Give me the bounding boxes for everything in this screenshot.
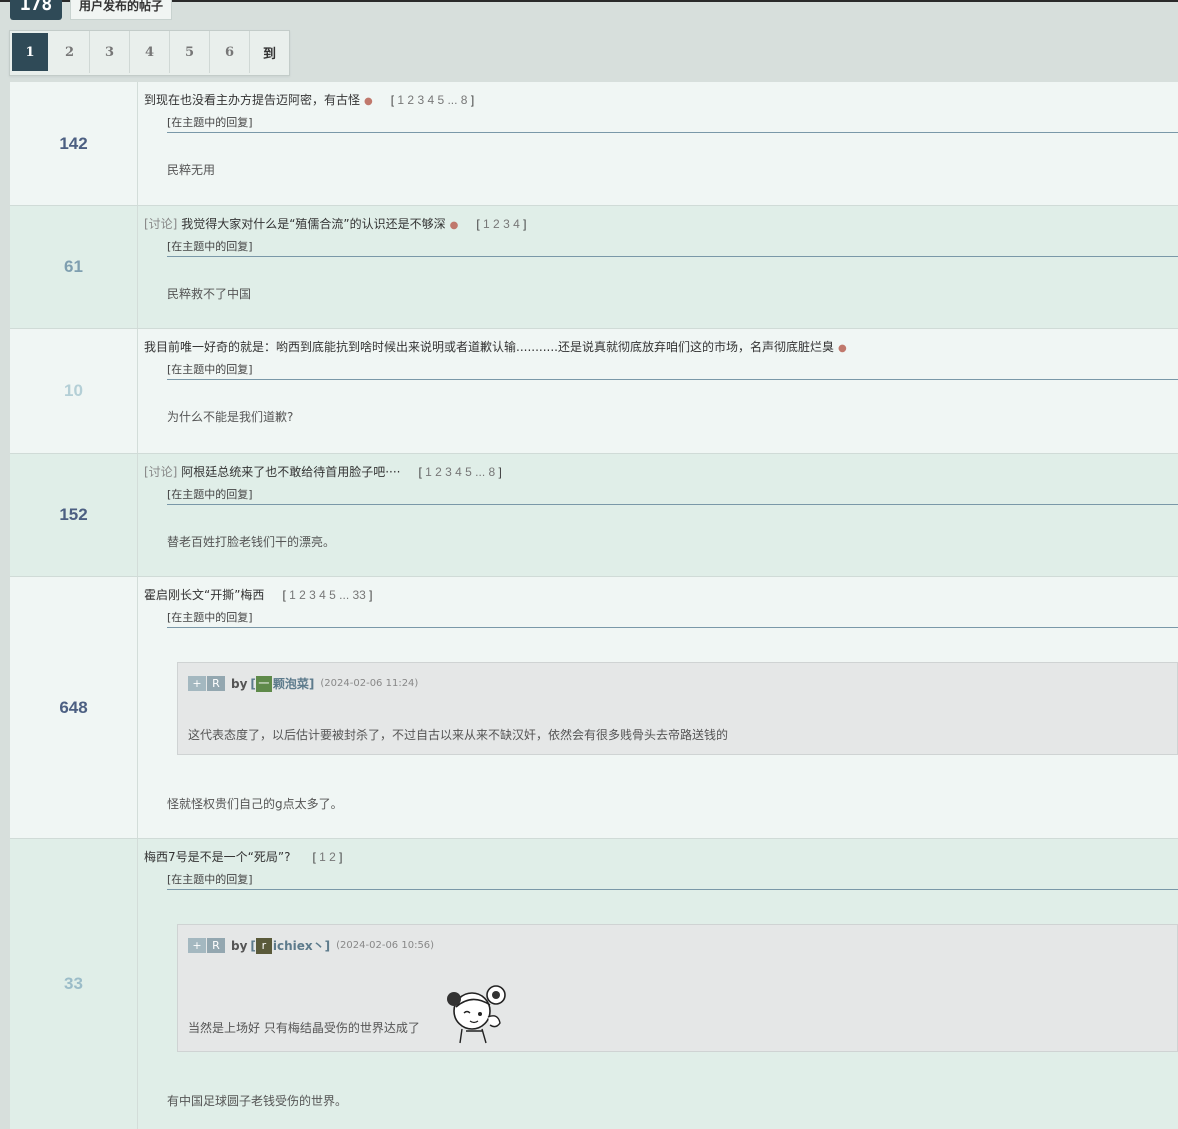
reply-count: 142 (10, 82, 138, 205)
quote-plus-button[interactable]: + (188, 676, 206, 691)
page-6-button[interactable]: 6 (210, 31, 250, 73)
quoted-reply: + R by[一颗泡菜] (2024-02-06 11:24) 这代表态度了，以后… (177, 662, 1178, 755)
list-item: 152 [讨论] 阿根廷总统来了也不敢给待首用脸子吧···· [ 1 2 3 4 … (10, 454, 1178, 577)
top-bar (0, 0, 1178, 2)
in-topic-reply-label[interactable]: [在主题中的回复] (167, 488, 1178, 505)
topic-title-line: 霍启刚长文“开撕”梅西 [ 1 2 3 4 5 ... 33 ] (144, 588, 1178, 602)
topic-pages[interactable]: [ 1 2 3 4 5 ... 8 ] (391, 93, 474, 107)
topic-title-line: 我目前唯一好奇的就是：哟西到底能抗到啥时候出来说明或者道歉认输.........… (144, 340, 1178, 354)
user-avatar-icon: 一 (255, 675, 272, 692)
topic-tag: [讨论] (144, 465, 178, 479)
reply-count: 152 (10, 454, 138, 576)
post-list: 142 到现在也没看主办方提告迈阿密，有古怪 ● [ 1 2 3 4 5 ... 8… (10, 82, 1178, 1129)
reply-count: 33 (10, 839, 138, 1129)
topic-title-link[interactable]: 梅西7号是不是一个“死局”? (144, 850, 290, 864)
quote-text: 这代表态度了，以后估计要被封杀了，不过自古以来从来不缺汉奸，依然会有很多贱骨头去… (188, 728, 729, 742)
post-content: 我目前唯一好奇的就是：哟西到底能抗到啥时候出来说明或者道歉认输.........… (138, 329, 1178, 453)
quote-username[interactable]: ichiex丶 (273, 937, 325, 954)
page-5-button[interactable]: 5 (170, 31, 210, 73)
list-item: 10 我目前唯一好奇的就是：哟西到底能抗到啥时候出来说明或者道歉认输......… (10, 329, 1178, 454)
topic-tag: [讨论] (144, 217, 178, 231)
topic-pages[interactable]: [ 1 2 3 4 5 ... 8 ] (418, 465, 501, 479)
quote-meta: + R by[r ichiex丶 ] (2024-02-06 10:56) (188, 937, 434, 954)
page-1-button[interactable]: 1 (12, 33, 48, 71)
in-topic-reply-label[interactable]: [在主题中的回复] (167, 240, 1178, 257)
page-2-button[interactable]: 2 (50, 31, 90, 73)
post-count-badge: 178 (10, 0, 62, 20)
page-3-button[interactable]: 3 (90, 31, 130, 73)
reply-count: 648 (10, 577, 138, 838)
topic-title-link[interactable]: 我目前唯一好奇的就是：哟西到底能抗到啥时候出来说明或者道歉认输.........… (144, 340, 834, 354)
reply-text: 为什么不能是我们道歉? (167, 410, 294, 424)
topic-pages[interactable]: [ 1 2 3 4 5 ... 33 ] (282, 588, 372, 602)
list-item: 142 到现在也没看主办方提告迈阿密，有古怪 ● [ 1 2 3 4 5 ... 8… (10, 82, 1178, 206)
post-content: [讨论] 阿根廷总统来了也不敢给待首用脸子吧···· [ 1 2 3 4 5 ..… (138, 454, 1178, 576)
reply-text: 民粹无用 (167, 163, 216, 177)
sticker-girl-icon (447, 985, 506, 1044)
topic-title-link[interactable]: 我觉得大家对什么是“殖儒合流”的认识还是不够深 (181, 217, 445, 231)
quote-reply-button[interactable]: R (207, 676, 225, 691)
hot-dot-icon: ● (449, 220, 459, 231)
quote-by-label: by (231, 676, 248, 691)
list-item: 61 [讨论] 我觉得大家对什么是“殖儒合流”的认识还是不够深 ● [ 1 2 3 … (10, 206, 1178, 329)
in-topic-reply-label[interactable]: [在主题中的回复] (167, 363, 1178, 380)
quote-user-bracket: ] (308, 676, 315, 691)
in-topic-reply-label[interactable]: [在主题中的回复] (167, 116, 1178, 133)
list-item: 33 梅西7号是不是一个“死局”? [ 1 2 ] [在主题中的回复] + R by… (10, 839, 1178, 1129)
topic-pages[interactable]: [ 1 2 3 4 ] (476, 217, 526, 231)
quote-plus-button[interactable]: + (188, 938, 206, 953)
topic-title-line: 梅西7号是不是一个“死局”? [ 1 2 ] (144, 850, 1178, 864)
posts-tab-title[interactable]: 用户发布的帖子 (70, 0, 173, 20)
user-avatar-icon: r (255, 937, 272, 954)
list-item: 648 霍启刚长文“开撕”梅西 [ 1 2 3 4 5 ... 33 ] [在主题… (10, 577, 1178, 839)
in-topic-reply-label[interactable]: [在主题中的回复] (167, 873, 1178, 890)
quote-by-label: by (231, 938, 248, 953)
quote-reply-button[interactable]: R (207, 938, 225, 953)
quote-text: 当然是上场好 只有梅结晶受伤的世界达成了 (188, 1021, 420, 1035)
quote-meta: + R by[一颗泡菜] (2024-02-06 11:24) (188, 675, 418, 692)
pagination: 1 2 3 4 5 6 到 (9, 30, 290, 76)
quote-timestamp: (2024-02-06 11:24) (320, 678, 419, 689)
reply-text: 有中国足球圆子老钱受伤的世界。 (167, 1094, 348, 1108)
quoted-reply: + R by[r ichiex丶 ] (2024-02-06 10:56) 当然是上… (177, 924, 1178, 1052)
quote-username[interactable]: 颗泡菜 (273, 675, 309, 692)
post-content: [讨论] 我觉得大家对什么是“殖儒合流”的认识还是不够深 ● [ 1 2 3 4 ]… (138, 206, 1178, 328)
topic-title-link[interactable]: 霍启刚长文“开撕”梅西 (144, 588, 264, 602)
goto-page-button[interactable]: 到 (250, 31, 289, 73)
topic-pages[interactable]: [ 1 2 ] (312, 850, 342, 864)
post-content: 霍启刚长文“开撕”梅西 [ 1 2 3 4 5 ... 33 ] [在主题中的回复… (138, 577, 1178, 838)
hot-dot-icon: ● (364, 96, 373, 107)
topic-title-link[interactable]: 阿根廷总统来了也不敢给待首用脸子吧···· (181, 465, 400, 479)
reply-count: 61 (10, 206, 138, 328)
reply-count: 10 (10, 329, 138, 453)
reply-text: 替老百姓打脸老钱们干的漂亮。 (167, 535, 336, 549)
topic-title-line: [讨论] 我觉得大家对什么是“殖儒合流”的认识还是不够深 ● [ 1 2 3 4 ] (144, 217, 1178, 231)
hot-dot-icon: ● (837, 343, 847, 354)
post-content: 到现在也没看主办方提告迈阿密，有古怪 ● [ 1 2 3 4 5 ... 8 ] [… (138, 82, 1178, 205)
topic-title-line: 到现在也没看主办方提告迈阿密，有古怪 ● [ 1 2 3 4 5 ... 8 ] (144, 93, 1178, 107)
quote-timestamp: (2024-02-06 10:56) (336, 940, 435, 951)
in-topic-reply-label[interactable]: [在主题中的回复] (167, 611, 1178, 628)
quote-user-bracket: ] (324, 938, 331, 953)
topic-title-link[interactable]: 到现在也没看主办方提告迈阿密，有古怪 (144, 93, 360, 107)
reply-text: 怪就怪权贵们自己的g点太多了。 (167, 797, 343, 811)
page-4-button[interactable]: 4 (130, 31, 170, 73)
topic-title-line: [讨论] 阿根廷总统来了也不敢给待首用脸子吧···· [ 1 2 3 4 5 ..… (144, 465, 1178, 479)
reply-text: 民粹救不了中国 (167, 287, 252, 301)
post-content: 梅西7号是不是一个“死局”? [ 1 2 ] [在主题中的回复] + R by[r i… (138, 839, 1178, 1129)
